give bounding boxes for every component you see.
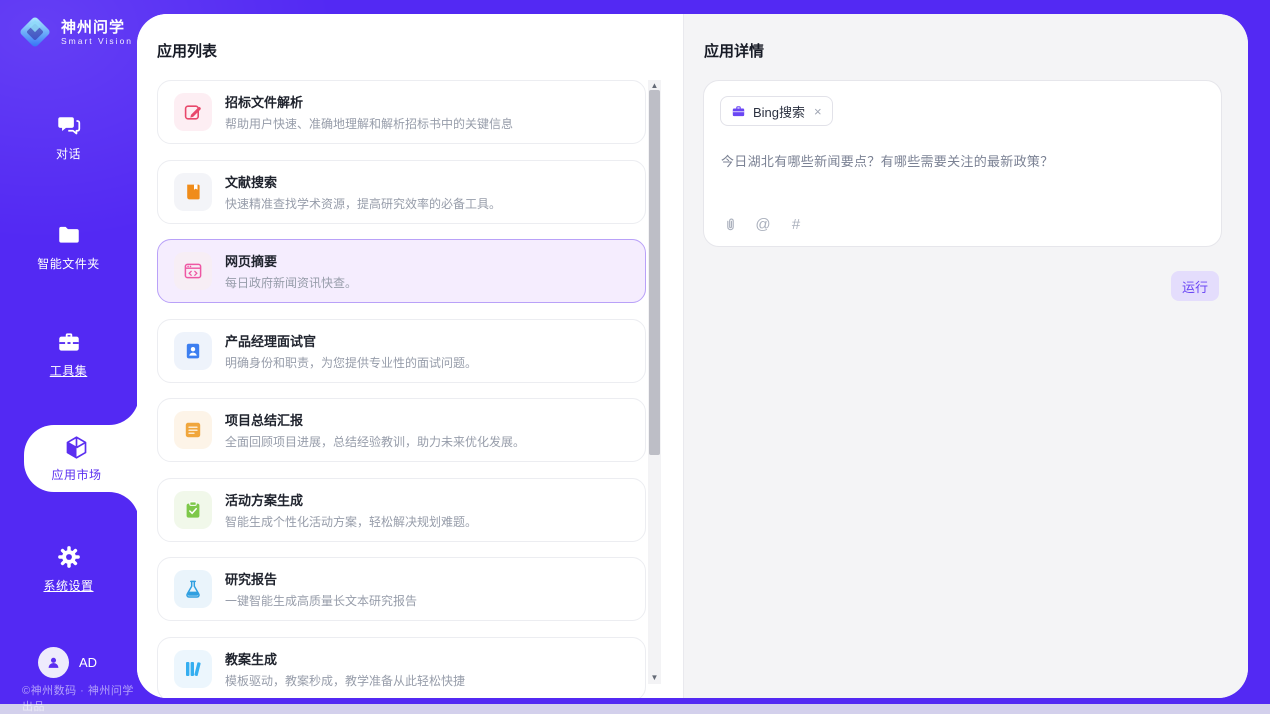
app-card[interactable]: 文献搜索快速精准查找学术资源，提高研究效率的必备工具。 bbox=[157, 160, 646, 224]
app-card-title: 产品经理面试官 bbox=[225, 331, 477, 350]
books-icon bbox=[174, 650, 212, 688]
app-detail-title: 应用详情 bbox=[704, 40, 764, 61]
question-text[interactable]: 今日湖北有哪些新闻要点？有哪些需要关注的最新政策？ bbox=[721, 151, 1054, 170]
browser-icon bbox=[174, 252, 212, 290]
hash-icon[interactable]: # bbox=[787, 215, 805, 233]
app-card-title: 研究报告 bbox=[225, 569, 417, 588]
app-card[interactable]: 项目总结汇报全面回顾项目进展，总结经验教训，助力未来优化发展。 bbox=[157, 398, 646, 462]
app-card[interactable]: 产品经理面试官明确身份和职责，为您提供专业性的面试问题。 bbox=[157, 319, 646, 383]
sidebar: 神州问学 Smart Vision 对话智能文件夹工具集应用市场系统设置 AD … bbox=[0, 0, 137, 704]
edit-icon bbox=[174, 93, 212, 131]
scrollbar-thumb[interactable] bbox=[649, 90, 660, 455]
sidebar-item-active[interactable]: 应用市场 bbox=[24, 425, 139, 492]
app-card-description: 每日政府新闻资讯快查。 bbox=[225, 274, 357, 291]
sidebar-item-label: 智能文件夹 bbox=[37, 255, 100, 272]
clipboard-icon bbox=[174, 491, 212, 529]
sidebar-item[interactable]: 工具集 bbox=[0, 329, 137, 379]
tool-chip-label: Bing搜索 bbox=[753, 102, 805, 121]
sidebar-footer: ©神州数码 · 神州问学出品 bbox=[22, 682, 137, 714]
app-card-description: 明确身份和职责，为您提供专业性的面试问题。 bbox=[225, 354, 477, 371]
sidebar-item[interactable]: 智能文件夹 bbox=[0, 222, 137, 272]
app-card-description: 快速精准查找学术资源，提高研究效率的必备工具。 bbox=[225, 195, 501, 212]
sidebar-item-label: 系统设置 bbox=[43, 577, 93, 594]
note-icon bbox=[174, 411, 212, 449]
main-panel: 应用列表 招标文件解析帮助用户快速、准确地理解和解析招标书中的关键信息文献搜索快… bbox=[137, 14, 1248, 698]
app-card-description: 智能生成个性化活动方案，轻松解决规划难题。 bbox=[225, 513, 477, 530]
app-card-description: 全面回顾项目进展，总结经验教训，助力未来优化发展。 bbox=[225, 433, 525, 450]
app-card-selected[interactable]: 网页摘要每日政府新闻资讯快查。 bbox=[157, 239, 646, 303]
gear-icon bbox=[56, 544, 82, 570]
app-card-title: 网页摘要 bbox=[225, 251, 357, 270]
user-name: AD bbox=[79, 655, 97, 670]
brand-logo: 神州问学 Smart Vision bbox=[16, 13, 133, 51]
app-list-title: 应用列表 bbox=[157, 40, 217, 61]
sidebar-item-label: 对话 bbox=[56, 145, 81, 162]
app-card-title: 招标文件解析 bbox=[225, 92, 513, 111]
app-card-title: 文献搜索 bbox=[225, 172, 501, 191]
app-window: 神州问学 Smart Vision 对话智能文件夹工具集应用市场系统设置 AD … bbox=[0, 0, 1270, 714]
app-card-description: 帮助用户快速、准确地理解和解析招标书中的关键信息 bbox=[225, 115, 513, 132]
app-card-title: 教案生成 bbox=[225, 649, 465, 668]
sidebar-item[interactable]: 系统设置 bbox=[0, 544, 137, 594]
sidebar-item-label: 应用市场 bbox=[51, 466, 101, 483]
input-toolbar: @ # bbox=[721, 215, 805, 233]
app-list-pane: 应用列表 招标文件解析帮助用户快速、准确地理解和解析招标书中的关键信息文献搜索快… bbox=[137, 14, 683, 698]
chat-icon bbox=[56, 112, 82, 138]
run-button[interactable]: 运行 bbox=[1171, 271, 1219, 301]
flask-icon bbox=[174, 570, 212, 608]
detail-card: Bing搜索 × 今日湖北有哪些新闻要点？有哪些需要关注的最新政策？ @ # bbox=[703, 80, 1222, 247]
app-card-title: 活动方案生成 bbox=[225, 490, 477, 509]
sidebar-item[interactable]: 对话 bbox=[0, 112, 137, 162]
briefcase-icon bbox=[731, 104, 746, 119]
toolbox-icon bbox=[56, 329, 82, 355]
person-doc-icon bbox=[174, 332, 212, 370]
user-profile[interactable]: AD bbox=[38, 647, 97, 678]
app-list: 招标文件解析帮助用户快速、准确地理解和解析招标书中的关键信息文献搜索快速精准查找… bbox=[157, 80, 646, 698]
diamond-logo-icon bbox=[16, 13, 54, 51]
avatar bbox=[38, 647, 69, 678]
app-card[interactable]: 活动方案生成智能生成个性化活动方案，轻松解决规划难题。 bbox=[157, 478, 646, 542]
folder-icon bbox=[56, 222, 82, 248]
app-card-title: 项目总结汇报 bbox=[225, 410, 525, 429]
app-card[interactable]: 研究报告一键智能生成高质量长文本研究报告 bbox=[157, 557, 646, 621]
scroll-down-icon[interactable]: ▼ bbox=[648, 672, 661, 684]
brand-name: 神州问学 bbox=[61, 19, 133, 36]
book-icon bbox=[174, 173, 212, 211]
app-card-description: 模板驱动，教案秒成，教学准备从此轻松快捷 bbox=[225, 672, 465, 689]
close-icon[interactable]: × bbox=[812, 105, 822, 118]
sidebar-item-label: 工具集 bbox=[50, 362, 88, 379]
tool-chip-bing[interactable]: Bing搜索 × bbox=[720, 96, 833, 126]
paperclip-icon[interactable] bbox=[721, 215, 739, 233]
active-tab-connector-top bbox=[109, 395, 139, 425]
active-tab-connector-bottom bbox=[109, 492, 139, 522]
app-card[interactable]: 招标文件解析帮助用户快速、准确地理解和解析招标书中的关键信息 bbox=[157, 80, 646, 144]
app-card-description: 一键智能生成高质量长文本研究报告 bbox=[225, 592, 417, 609]
scrollbar[interactable]: ▲ ▼ bbox=[648, 80, 661, 684]
app-detail-pane: 应用详情 Bing搜索 × 今日湖北有哪些新闻要点？有哪些需要关注的最新政策？ bbox=[684, 14, 1248, 698]
at-icon[interactable]: @ bbox=[754, 215, 772, 233]
app-card[interactable]: 教案生成模板驱动，教案秒成，教学准备从此轻松快捷 bbox=[157, 637, 646, 698]
cube-icon bbox=[63, 434, 90, 461]
brand-subtitle: Smart Vision bbox=[61, 36, 133, 46]
person-icon bbox=[44, 653, 63, 672]
